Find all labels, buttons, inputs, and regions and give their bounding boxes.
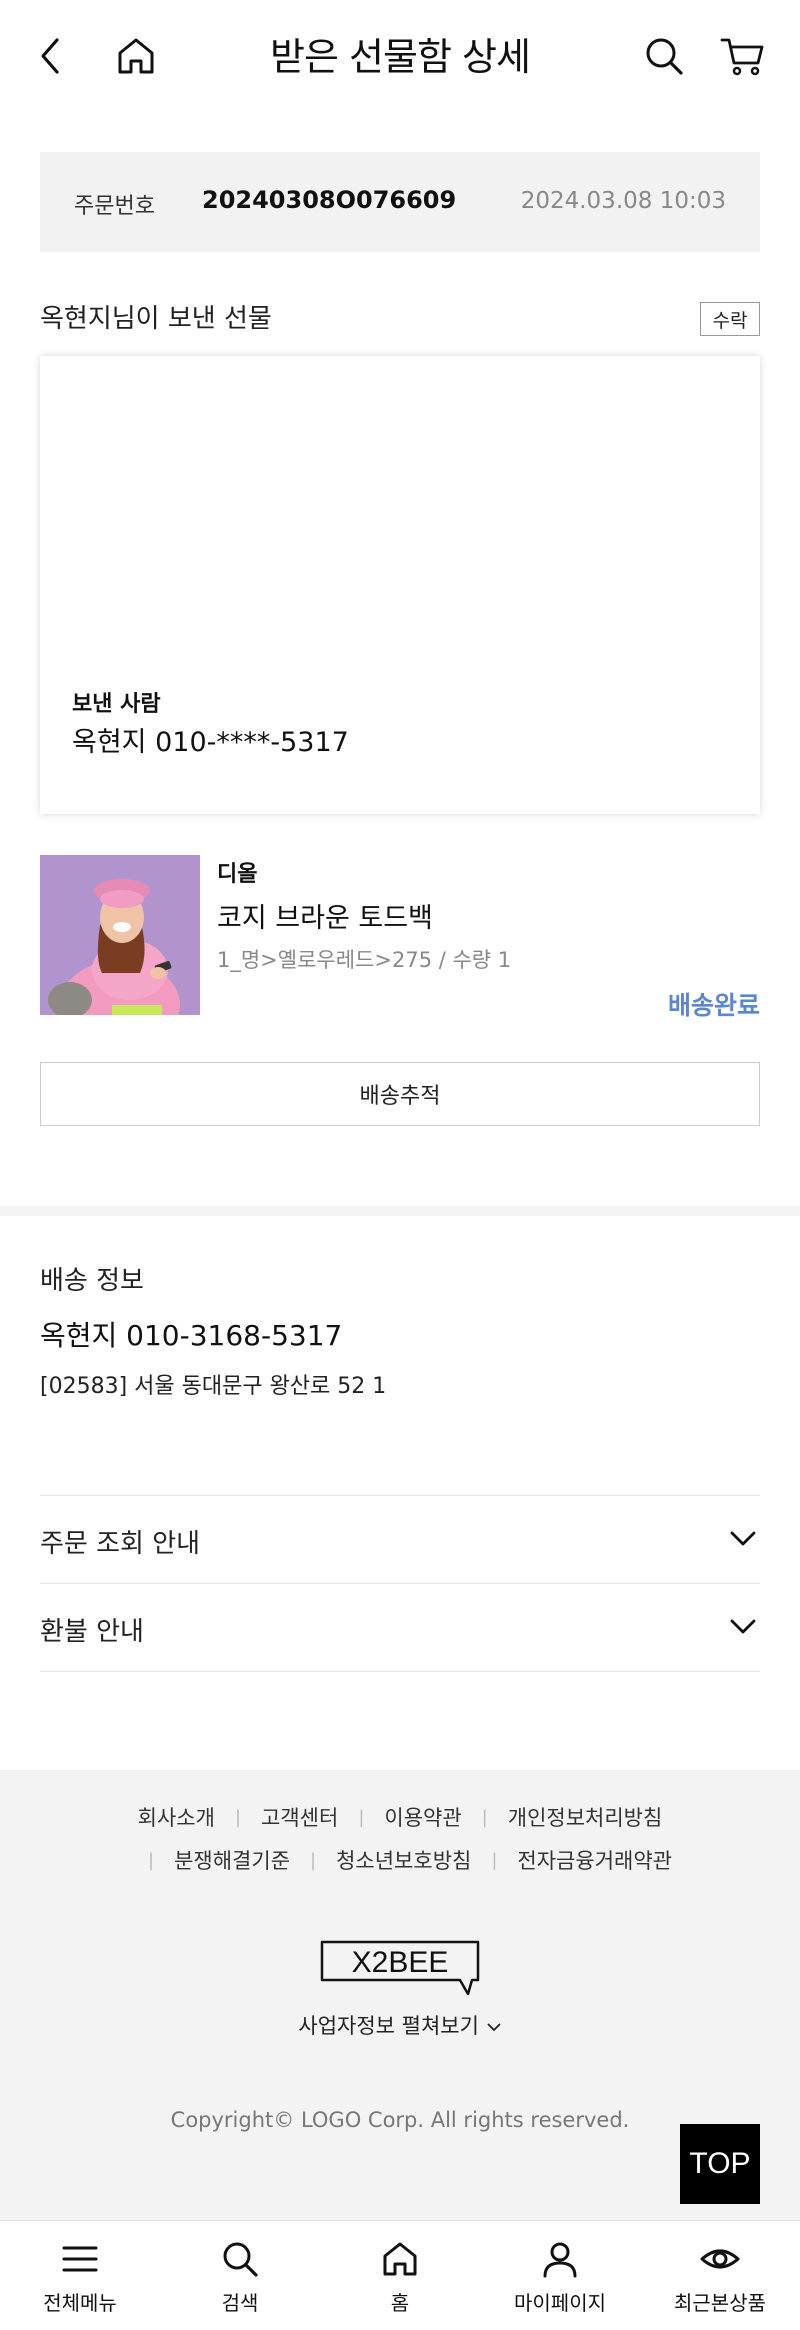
delivery-status: 배송완료 [667, 991, 760, 1020]
footer-links-row-1: 회사소개 | 고객센터 | 이용약관 | 개인정보처리방침 [0, 1802, 800, 1832]
accordion-label: 주문 조회 안내 [40, 1529, 201, 1559]
eye-icon [700, 2249, 740, 2269]
nav-label: 전체메뉴 [43, 2291, 117, 2315]
business-info-toggle[interactable]: 사업자정보 펼쳐보기 [0, 2010, 800, 2040]
delivery-recipient: 옥현지 010-3168-5317 [40, 1319, 343, 1352]
search-icon [223, 2242, 258, 2277]
nav-mypage[interactable]: 마이페이지 [480, 2221, 640, 2330]
delivery-address: [02583] 서울 동대문구 왕산로 52 1 [40, 1374, 387, 1399]
menu-icon [62, 2246, 98, 2272]
product-photo [40, 855, 200, 1015]
order-info-bar: 주문번호 20240308O076609 2024.03.08 10:03 [40, 152, 760, 252]
track-delivery-button[interactable]: 배송추적 [40, 1062, 760, 1126]
brand-logo: X2BEE [320, 1940, 480, 1996]
home-icon [383, 2242, 417, 2276]
delivery-info-title: 배송 정보 [40, 1266, 144, 1296]
footer-link-terms[interactable]: 이용약관 [384, 1802, 461, 1832]
product-image[interactable] [40, 855, 200, 1015]
svg-text:X2BEE: X2BEE [352, 1946, 449, 1979]
separator: | [234, 1806, 242, 1828]
footer-link-company[interactable]: 회사소개 [138, 1802, 215, 1832]
separator: | [148, 1849, 155, 1871]
sender-label: 보낸 사람 [72, 692, 161, 717]
scroll-top-button[interactable]: TOP [680, 2124, 760, 2204]
chevron-down-icon [730, 1619, 756, 1634]
product-name[interactable]: 코지 브라운 토드백 [217, 896, 433, 935]
nav-recent-products[interactable]: 최근본상품 [640, 2221, 800, 2330]
nav-label: 최근본상품 [674, 2291, 766, 2315]
accordion-label: 환불 안내 [40, 1617, 144, 1647]
gift-message-card: 보낸 사람 옥현지 010-****-5317 [40, 356, 760, 814]
footer-link-dispute[interactable]: 분쟁해결기준 [174, 1845, 290, 1875]
product-brand: 디올 [217, 862, 258, 887]
footer-links-row-2: | 분쟁해결기준 | 청소년보호방침 | 전자금융거래약관 [0, 1845, 800, 1875]
separator: | [481, 1806, 488, 1828]
search-button[interactable] [636, 28, 692, 84]
header: 받은 선물함 상세 [0, 0, 800, 112]
footer-link-youth-protection[interactable]: 청소년보호방침 [336, 1845, 471, 1875]
user-icon [543, 2242, 577, 2278]
business-info-label: 사업자정보 펼쳐보기 [298, 2014, 479, 2038]
sender-value: 옥현지 010-****-5317 [72, 727, 349, 758]
accordion-order-inquiry[interactable]: 주문 조회 안내 [40, 1495, 760, 1583]
nav-search[interactable]: 검색 [160, 2221, 320, 2330]
gift-from-text: 옥현지님이 보낸 선물 [40, 304, 272, 334]
footer-link-customer-center[interactable]: 고객센터 [261, 1802, 338, 1832]
accept-button[interactable]: 수락 [700, 302, 760, 336]
chevron-down-icon [486, 2023, 501, 2032]
nav-home[interactable]: 홈 [320, 2221, 480, 2330]
cart-button[interactable] [714, 28, 770, 84]
bottom-nav: 전체메뉴 검색 홈 마이페이지 최근본상품 [0, 2220, 800, 2330]
separator: | [358, 1806, 365, 1828]
cart-icon [720, 38, 764, 76]
order-number: 20240308O076609 [202, 186, 457, 214]
product-option: 1_명>옐로우레드>275 / 수량 1 [217, 948, 512, 972]
section-divider [0, 1206, 800, 1216]
nav-label: 홈 [390, 2291, 410, 2315]
accordion-refund[interactable]: 환불 안내 [40, 1583, 760, 1671]
divider [40, 1671, 760, 1672]
nav-label: 검색 [221, 2291, 259, 2315]
footer-link-privacy[interactable]: 개인정보처리방침 [508, 1802, 663, 1832]
chevron-down-icon [730, 1531, 756, 1546]
search-icon [646, 38, 683, 75]
order-number-label: 주문번호 [74, 194, 155, 219]
footer-link-e-finance[interactable]: 전자금융거래약관 [517, 1845, 672, 1875]
order-datetime: 2024.03.08 10:03 [520, 188, 726, 214]
separator: | [310, 1849, 317, 1871]
separator: | [491, 1849, 498, 1871]
nav-label: 마이페이지 [514, 2291, 606, 2315]
nav-all-menu[interactable]: 전체메뉴 [0, 2221, 160, 2330]
